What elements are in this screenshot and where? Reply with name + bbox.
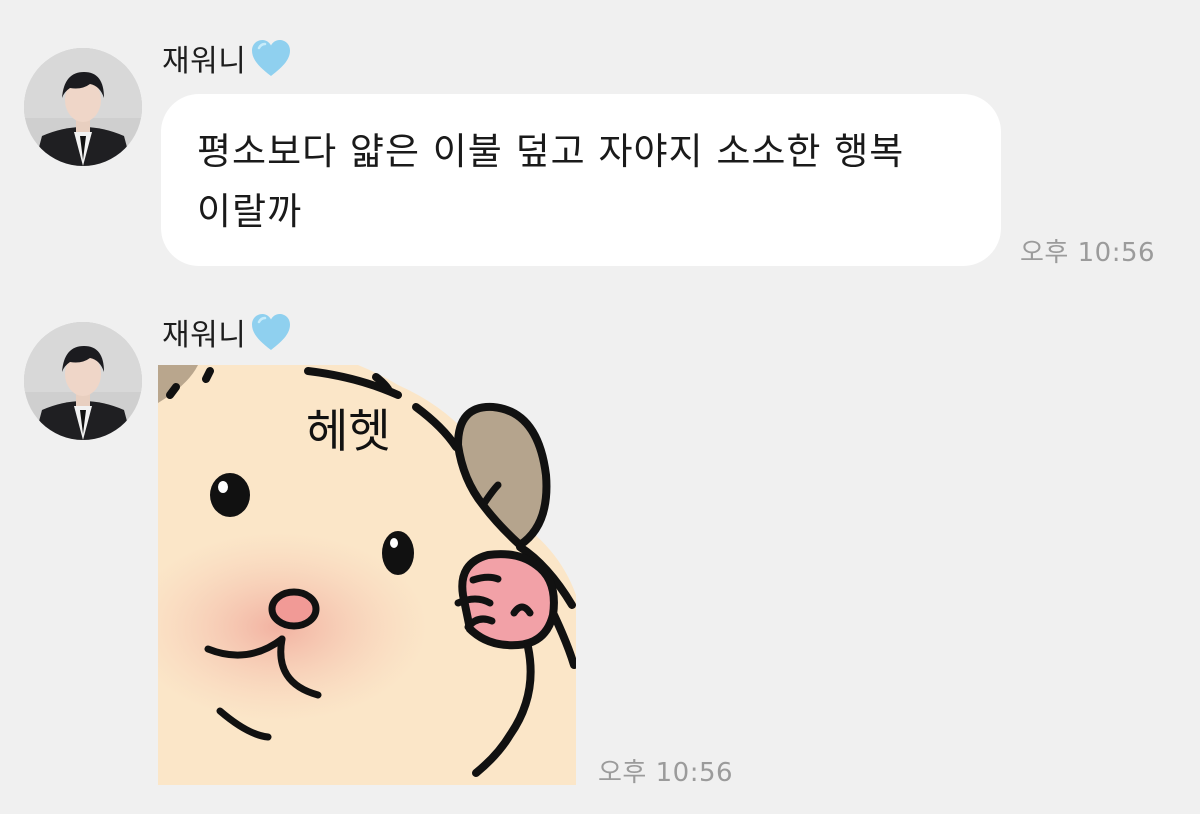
blue-heart-icon bbox=[250, 38, 292, 78]
avatar[interactable] bbox=[24, 48, 142, 166]
sender-name-text: 재워니 bbox=[162, 44, 247, 79]
chat-room: 재워니 평소보다 얇은 이불 덮고 자야지 소소한 행복 이랄까 오후 10:5… bbox=[0, 0, 1200, 814]
blue-heart-icon bbox=[250, 312, 292, 352]
sender-name: 재워니 bbox=[162, 310, 292, 354]
sticker-caption: 헤헷 bbox=[306, 404, 391, 458]
message-bubble[interactable]: 평소보다 얇은 이불 덮고 자야지 소소한 행복 이랄까 bbox=[161, 94, 1001, 266]
profile-photo-icon bbox=[24, 322, 142, 440]
message-timestamp: 오후 10:56 bbox=[1020, 238, 1156, 268]
sender-name-text: 재워니 bbox=[162, 318, 247, 353]
profile-photo-icon bbox=[24, 48, 142, 166]
sender-name: 재워니 bbox=[162, 36, 292, 80]
avatar[interactable] bbox=[24, 322, 142, 440]
message-timestamp: 오후 10:56 bbox=[598, 758, 734, 788]
hamster-sticker[interactable]: 헤헷 bbox=[158, 365, 576, 785]
